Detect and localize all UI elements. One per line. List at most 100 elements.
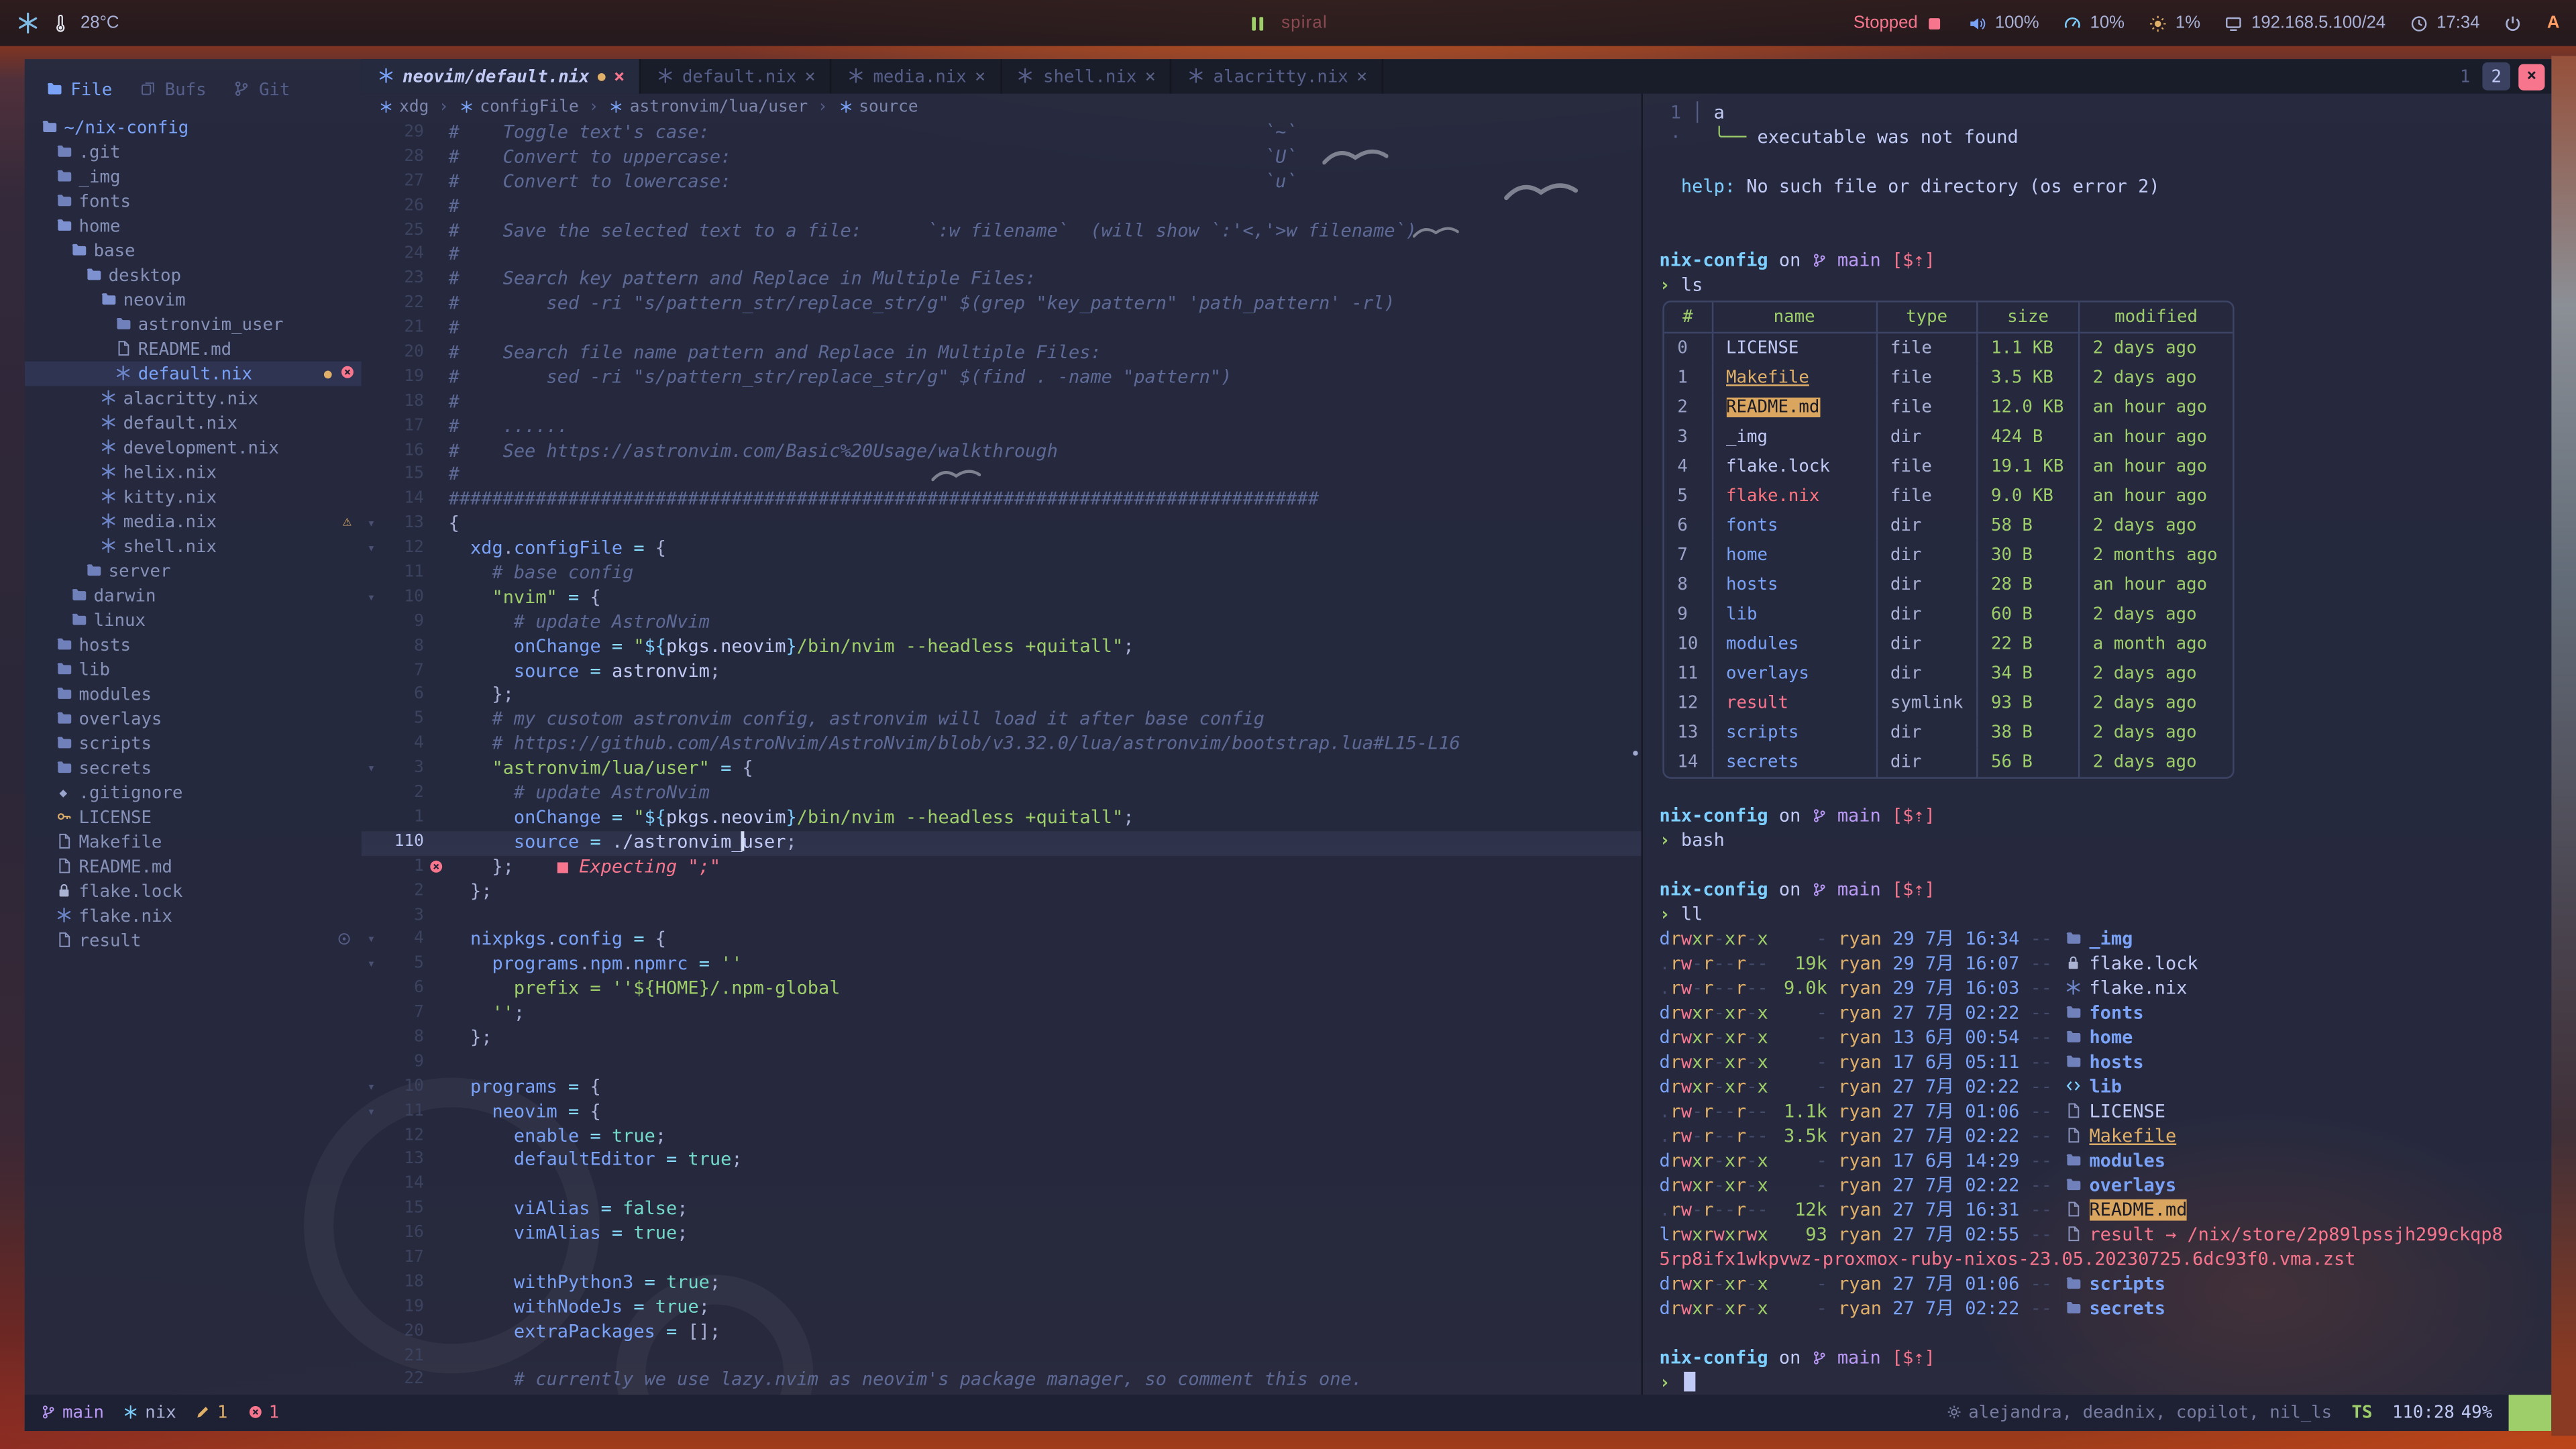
close-buffer-icon[interactable]: × (614, 66, 625, 87)
code-line[interactable]: 9 (362, 1051, 1642, 1075)
tree-item[interactable]: flake.nix (25, 904, 362, 928)
close-window-button[interactable]: × (2518, 63, 2544, 89)
network-indicator[interactable]: 192.168.5.100/24 (2225, 13, 2385, 33)
code-line[interactable]: 26# (362, 195, 1642, 219)
code-line[interactable]: 15# (362, 464, 1642, 488)
tree-item[interactable]: ~/nix-config (25, 115, 362, 140)
code-line[interactable]: ▾11 neovim = { (362, 1100, 1642, 1124)
close-buffer-icon[interactable]: × (1145, 66, 1156, 87)
tree-item[interactable]: neovim (25, 288, 362, 313)
tree-item[interactable]: media.nix⚠ (25, 509, 362, 534)
code-line[interactable]: 22 # currently we use lazy.nvim as neovi… (362, 1369, 1642, 1393)
tree-item[interactable]: Makefile (25, 830, 362, 855)
close-buffer-icon[interactable]: × (975, 66, 985, 87)
fold-icon[interactable]: ▾ (362, 513, 381, 537)
buffer-tab[interactable]: default.nix× (641, 59, 833, 93)
fold-icon[interactable]: ▾ (362, 537, 381, 561)
code-line[interactable]: 20 extraPackages = []; (362, 1320, 1642, 1344)
code-line[interactable]: 17# ...... (362, 415, 1642, 439)
tree-item[interactable]: development.nix (25, 435, 362, 460)
code-line[interactable]: 22# sed -ri "s/pattern_str/replace_str/g… (362, 292, 1642, 317)
tree-item[interactable]: base (25, 238, 362, 263)
volume-indicator[interactable]: 100% (1969, 13, 2039, 33)
code-line[interactable]: 3 (362, 904, 1642, 928)
code-line[interactable]: 29# Toggle text's case: `~` (362, 121, 1642, 146)
error-indicator[interactable]: 1 (248, 1403, 279, 1422)
code-line[interactable]: 15 viAlias = false; (362, 1198, 1642, 1222)
tree-item[interactable]: .git (25, 140, 362, 164)
code-line[interactable]: ▾13{ (362, 513, 1642, 537)
code-line[interactable]: ▾12 xdg.configFile = { (362, 537, 1642, 561)
code-line[interactable]: 20# Search file name pattern and Replace… (362, 341, 1642, 366)
breadcrumb-item[interactable]: xdg (378, 99, 429, 117)
tree-item[interactable]: server (25, 559, 362, 584)
code-line[interactable]: 2 }; (362, 880, 1642, 904)
code-line[interactable]: 1 onChange = "${pkgs.neovim}/bin/nvim --… (362, 806, 1642, 830)
command-line[interactable]: › ls (1659, 273, 2551, 298)
keyboard-layout[interactable]: A (2547, 13, 2560, 33)
code-line[interactable]: 14 (362, 1173, 1642, 1197)
tree-item[interactable]: fonts (25, 189, 362, 214)
code-line[interactable]: 2 # update AstroNvim (362, 782, 1642, 806)
command-line[interactable]: › (1659, 1370, 2551, 1395)
git-branch-indicator[interactable]: main (41, 1403, 104, 1422)
code-line[interactable]: ▾10 "nvim" = { (362, 586, 1642, 610)
nixos-logo-icon[interactable] (16, 11, 39, 34)
tree-tab-bufs[interactable]: Bufs (138, 80, 206, 100)
buffer-tab[interactable]: shell.nix× (1002, 59, 1173, 93)
code-line[interactable]: 28# Convert to uppercase: `U` (362, 146, 1642, 170)
code-line[interactable]: 16 vimAlias = true; (362, 1222, 1642, 1246)
code-line[interactable]: 16# See https://astronvim.com/Basic%20Us… (362, 439, 1642, 464)
fold-icon[interactable]: ▾ (362, 1075, 381, 1099)
fold-icon[interactable]: ▾ (362, 757, 381, 782)
code-line[interactable]: 18# (362, 390, 1642, 415)
fold-icon[interactable]: ▾ (362, 929, 381, 953)
tree-item[interactable]: home (25, 213, 362, 238)
code-line[interactable]: 1 }; ■ Expecting ";" (362, 855, 1642, 879)
terminal-pane[interactable]: 1 │ a · ╰── executable was not found hel… (1643, 94, 2551, 1395)
fold-icon[interactable]: ▾ (362, 1100, 381, 1124)
code-line[interactable]: 12 enable = true; (362, 1124, 1642, 1148)
breadcrumb-item[interactable]: astronvim/lua/user (608, 99, 808, 117)
buffer-tab[interactable]: neovim/default.nix●× (362, 59, 641, 93)
code-line[interactable]: ▾3 "astronvim/lua/user" = { (362, 757, 1642, 782)
code-line[interactable]: 7 ''; (362, 1002, 1642, 1026)
tree-item[interactable]: flake.lock (25, 879, 362, 904)
code-line[interactable]: 6 }; (362, 684, 1642, 708)
code-line[interactable]: 5 # my cusotom astronvim config, astronv… (362, 708, 1642, 733)
buffer-tab[interactable]: media.nix× (832, 59, 1002, 93)
pause-icon[interactable] (1248, 14, 1267, 32)
tree-item[interactable]: astronvim_user (25, 312, 362, 337)
code-line[interactable]: 6 prefix = ''${HOME}/.npm-global (362, 978, 1642, 1002)
cpu-indicator[interactable]: 10% (2063, 13, 2125, 33)
command-line[interactable]: › bash (1659, 828, 2551, 853)
close-buffer-icon[interactable]: × (1356, 66, 1367, 87)
power-icon[interactable] (2504, 14, 2522, 32)
tree-item[interactable]: README.md (25, 337, 362, 362)
brightness-indicator[interactable]: 1% (2149, 13, 2200, 33)
code-line[interactable]: 8 onChange = "${pkgs.neovim}/bin/nvim --… (362, 635, 1642, 659)
code-line[interactable]: 110 source = ./astronvim_user; (362, 831, 1642, 855)
tree-item[interactable]: desktop (25, 263, 362, 288)
command-line[interactable]: › ll (1659, 902, 2551, 926)
tree-item[interactable]: scripts (25, 731, 362, 756)
tree-item[interactable]: README.md (25, 854, 362, 879)
tree-item[interactable]: lib (25, 657, 362, 682)
tree-item[interactable]: secrets (25, 756, 362, 781)
tab-page-2[interactable]: 2 (2482, 62, 2510, 91)
code-line[interactable]: 8 }; (362, 1026, 1642, 1051)
breadcrumb-item[interactable]: source (837, 99, 918, 117)
tree-item[interactable]: _img (25, 164, 362, 189)
code-line[interactable]: 21 (362, 1345, 1642, 1369)
scrollbar-thumb[interactable] (1633, 751, 1638, 755)
tree-item[interactable]: result (25, 928, 362, 953)
tree-item[interactable]: darwin (25, 583, 362, 608)
buffer-tab[interactable]: alacritty.nix× (1172, 59, 1383, 93)
tree-item[interactable]: helix.nix (25, 460, 362, 485)
media-status[interactable]: Stopped (1854, 13, 1944, 33)
code-line[interactable]: ▾4 nixpkgs.config = { (362, 929, 1642, 953)
tree-item[interactable]: modules (25, 682, 362, 706)
code-line[interactable]: 23# Search key pattern and Replace in Mu… (362, 268, 1642, 292)
code-area[interactable]: 29# Toggle text's case: `~`28# Convert t… (362, 121, 1642, 1395)
fold-icon[interactable]: ▾ (362, 586, 381, 610)
